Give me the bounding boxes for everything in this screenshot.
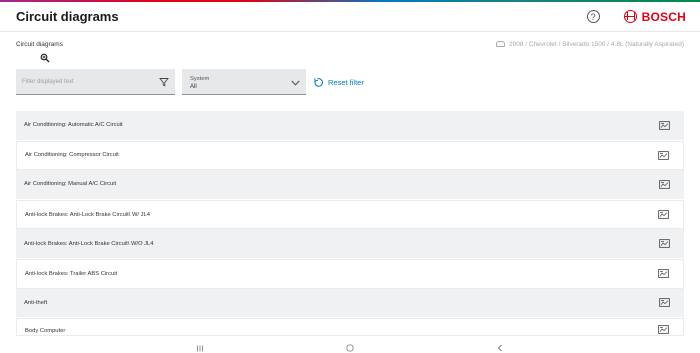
list-item[interactable]: Air Conditioning: Manual A/C Circuit xyxy=(16,170,684,200)
system-select-label: System xyxy=(190,76,210,82)
back-icon[interactable] xyxy=(495,344,505,352)
bosch-armature-icon xyxy=(623,10,637,23)
list-item[interactable]: Anti-theft xyxy=(16,288,684,319)
list-item[interactable]: Anti-lock Brakes: Anti-Lock Brake Circui… xyxy=(16,199,684,230)
list-item[interactable]: Air Conditioning: Automatic A/C Circuit xyxy=(16,111,684,141)
diagram-icon[interactable] xyxy=(658,210,669,219)
diagram-icon[interactable] xyxy=(659,298,670,308)
diagram-icon[interactable] xyxy=(658,269,669,279)
funnel-icon xyxy=(159,77,169,87)
android-nav-bar xyxy=(0,343,700,353)
list-item-label: Air Conditioning: Automatic A/C Circuit xyxy=(24,122,123,129)
diagram-icon[interactable] xyxy=(659,180,670,189)
diagram-icon[interactable] xyxy=(659,239,670,249)
list-item-label: Anti-lock Brakes: Anti-Lock Brake Circui… xyxy=(24,240,154,247)
help-icon[interactable]: ? xyxy=(586,10,600,23)
chevron-down-icon xyxy=(291,80,300,86)
list-item[interactable]: Air Conditioning: Compressor Circuit xyxy=(16,140,684,171)
bosch-logo: BOSCH xyxy=(623,9,686,24)
bosch-wordmark: BOSCH xyxy=(641,9,686,24)
zoom-in-icon[interactable] xyxy=(40,53,50,63)
app-header: Circuit diagrams ? BOSCH xyxy=(0,2,700,32)
breadcrumb[interactable]: Circuit diagrams xyxy=(16,41,496,48)
list-item-label: Anti-theft xyxy=(24,299,48,306)
list-item-label: Anti-lock Brakes: Anti-Lock Brake Circui… xyxy=(25,211,150,218)
diagram-icon[interactable] xyxy=(658,151,669,160)
system-select[interactable]: System All xyxy=(182,69,306,95)
page-title: Circuit diagrams xyxy=(16,9,119,24)
list-item[interactable]: Anti-lock Brakes: Anti-Lock Brake Circui… xyxy=(16,229,684,259)
list-item[interactable]: Body Computer xyxy=(16,318,684,337)
diagram-icon[interactable] xyxy=(658,325,669,335)
filter-bar: Filter displayed text System All Reset f… xyxy=(16,69,364,95)
system-select-value: All xyxy=(190,84,197,90)
list-item-label: Air Conditioning: Manual A/C Circuit xyxy=(24,181,117,188)
vehicle-text: 2008 / Chevrolet / Silverado 1500 / 4.8L… xyxy=(509,40,684,48)
recents-icon[interactable] xyxy=(195,344,205,352)
filter-placeholder: Filter displayed text xyxy=(22,78,74,85)
sub-header: Circuit diagrams 2008 / Chevrolet / Silv… xyxy=(16,38,684,50)
home-icon[interactable] xyxy=(345,344,355,352)
list-item-label: Air Conditioning: Compressor Circuit xyxy=(25,152,119,159)
reset-icon xyxy=(314,77,323,87)
filter-text-input[interactable]: Filter displayed text xyxy=(16,69,175,95)
diagram-icon[interactable] xyxy=(659,120,670,130)
vehicle-info: 2008 / Chevrolet / Silverado 1500 / 4.8L… xyxy=(496,41,684,48)
list-item[interactable]: Anti-lock Brakes: Trailer ABS Circuit xyxy=(16,258,684,289)
diagram-list: Air Conditioning: Automatic A/C Circuit … xyxy=(16,111,684,337)
list-item-label: Body Computer xyxy=(25,328,66,335)
reset-filter-button[interactable]: Reset filter xyxy=(313,77,364,88)
list-item-label: Anti-lock Brakes: Trailer ABS Circuit xyxy=(25,270,118,277)
car-icon xyxy=(496,41,505,47)
reset-filter-label: Reset filter xyxy=(328,77,364,87)
